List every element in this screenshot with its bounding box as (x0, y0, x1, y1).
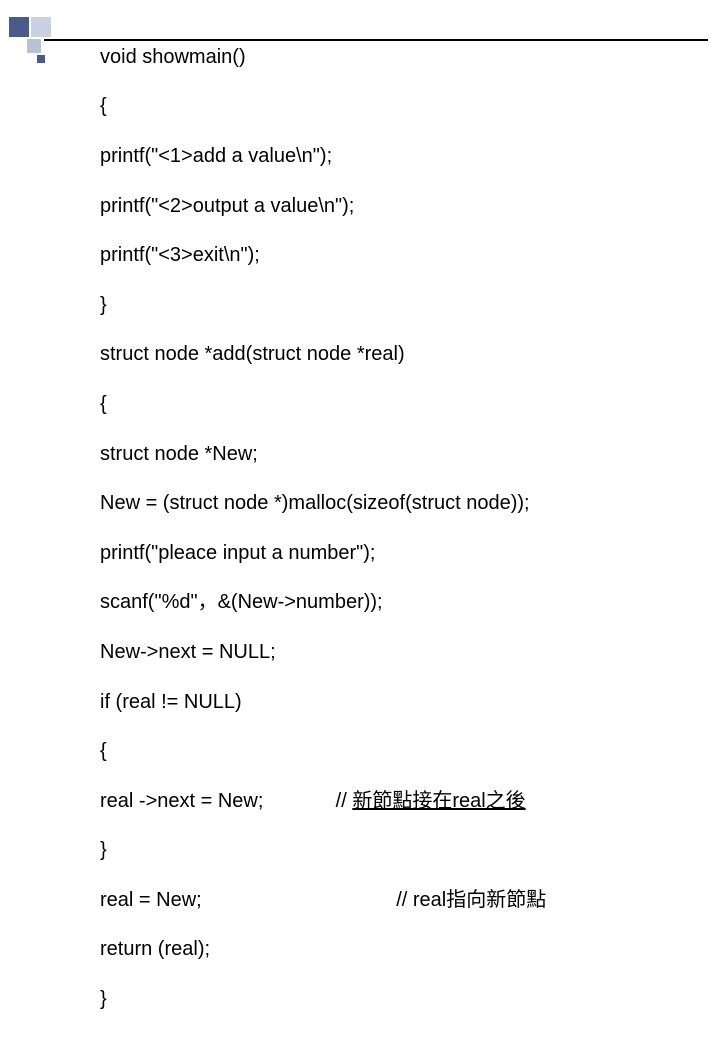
code-line: if (real != NULL) (100, 690, 700, 715)
code-line: New->next = NULL; (100, 640, 700, 665)
deco-square-light-2 (26, 38, 42, 54)
code-line: scanf("%d"，&(New->number)); (100, 590, 700, 615)
code-line: { (100, 392, 700, 417)
code-text: real ->next = New; // (100, 790, 352, 812)
code-line: { (100, 94, 700, 119)
code-listing: void showmain() { printf("<1>add a value… (100, 20, 700, 1037)
code-comment-underlined: 新節點接在real之後 (352, 790, 525, 812)
code-line: } (100, 987, 700, 1012)
code-line: New = (struct node *)malloc(sizeof(struc… (100, 491, 700, 516)
code-line: printf("<3>exit\n"); (100, 243, 700, 268)
code-line: printf("<1>add a value\n"); (100, 144, 700, 169)
code-line: void showmain() (100, 45, 700, 70)
code-line: printf("pleace input a number"); (100, 541, 700, 566)
deco-square-dark-1 (8, 16, 30, 38)
code-line: real ->next = New; // 新節點接在real之後 (100, 789, 700, 814)
code-line: struct node *New; (100, 442, 700, 467)
code-line: printf("<2>output a value\n"); (100, 194, 700, 219)
deco-square-dark-2 (36, 54, 46, 64)
code-line: return (real); (100, 937, 700, 962)
code-line: } (100, 293, 700, 318)
code-line: struct node *add(struct node *real) (100, 342, 700, 367)
code-line: real = New; // real指向新節點 (100, 888, 700, 913)
code-line: } (100, 838, 700, 863)
code-line: { (100, 739, 700, 764)
deco-square-light-1 (30, 16, 52, 38)
